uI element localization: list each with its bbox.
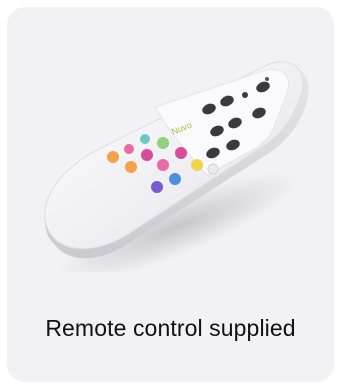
product-card: Nuvo Remote control supplied	[7, 7, 334, 382]
remote-control-icon: Nuvo	[44, 61, 309, 272]
product-caption: Remote control supplied	[45, 315, 296, 341]
